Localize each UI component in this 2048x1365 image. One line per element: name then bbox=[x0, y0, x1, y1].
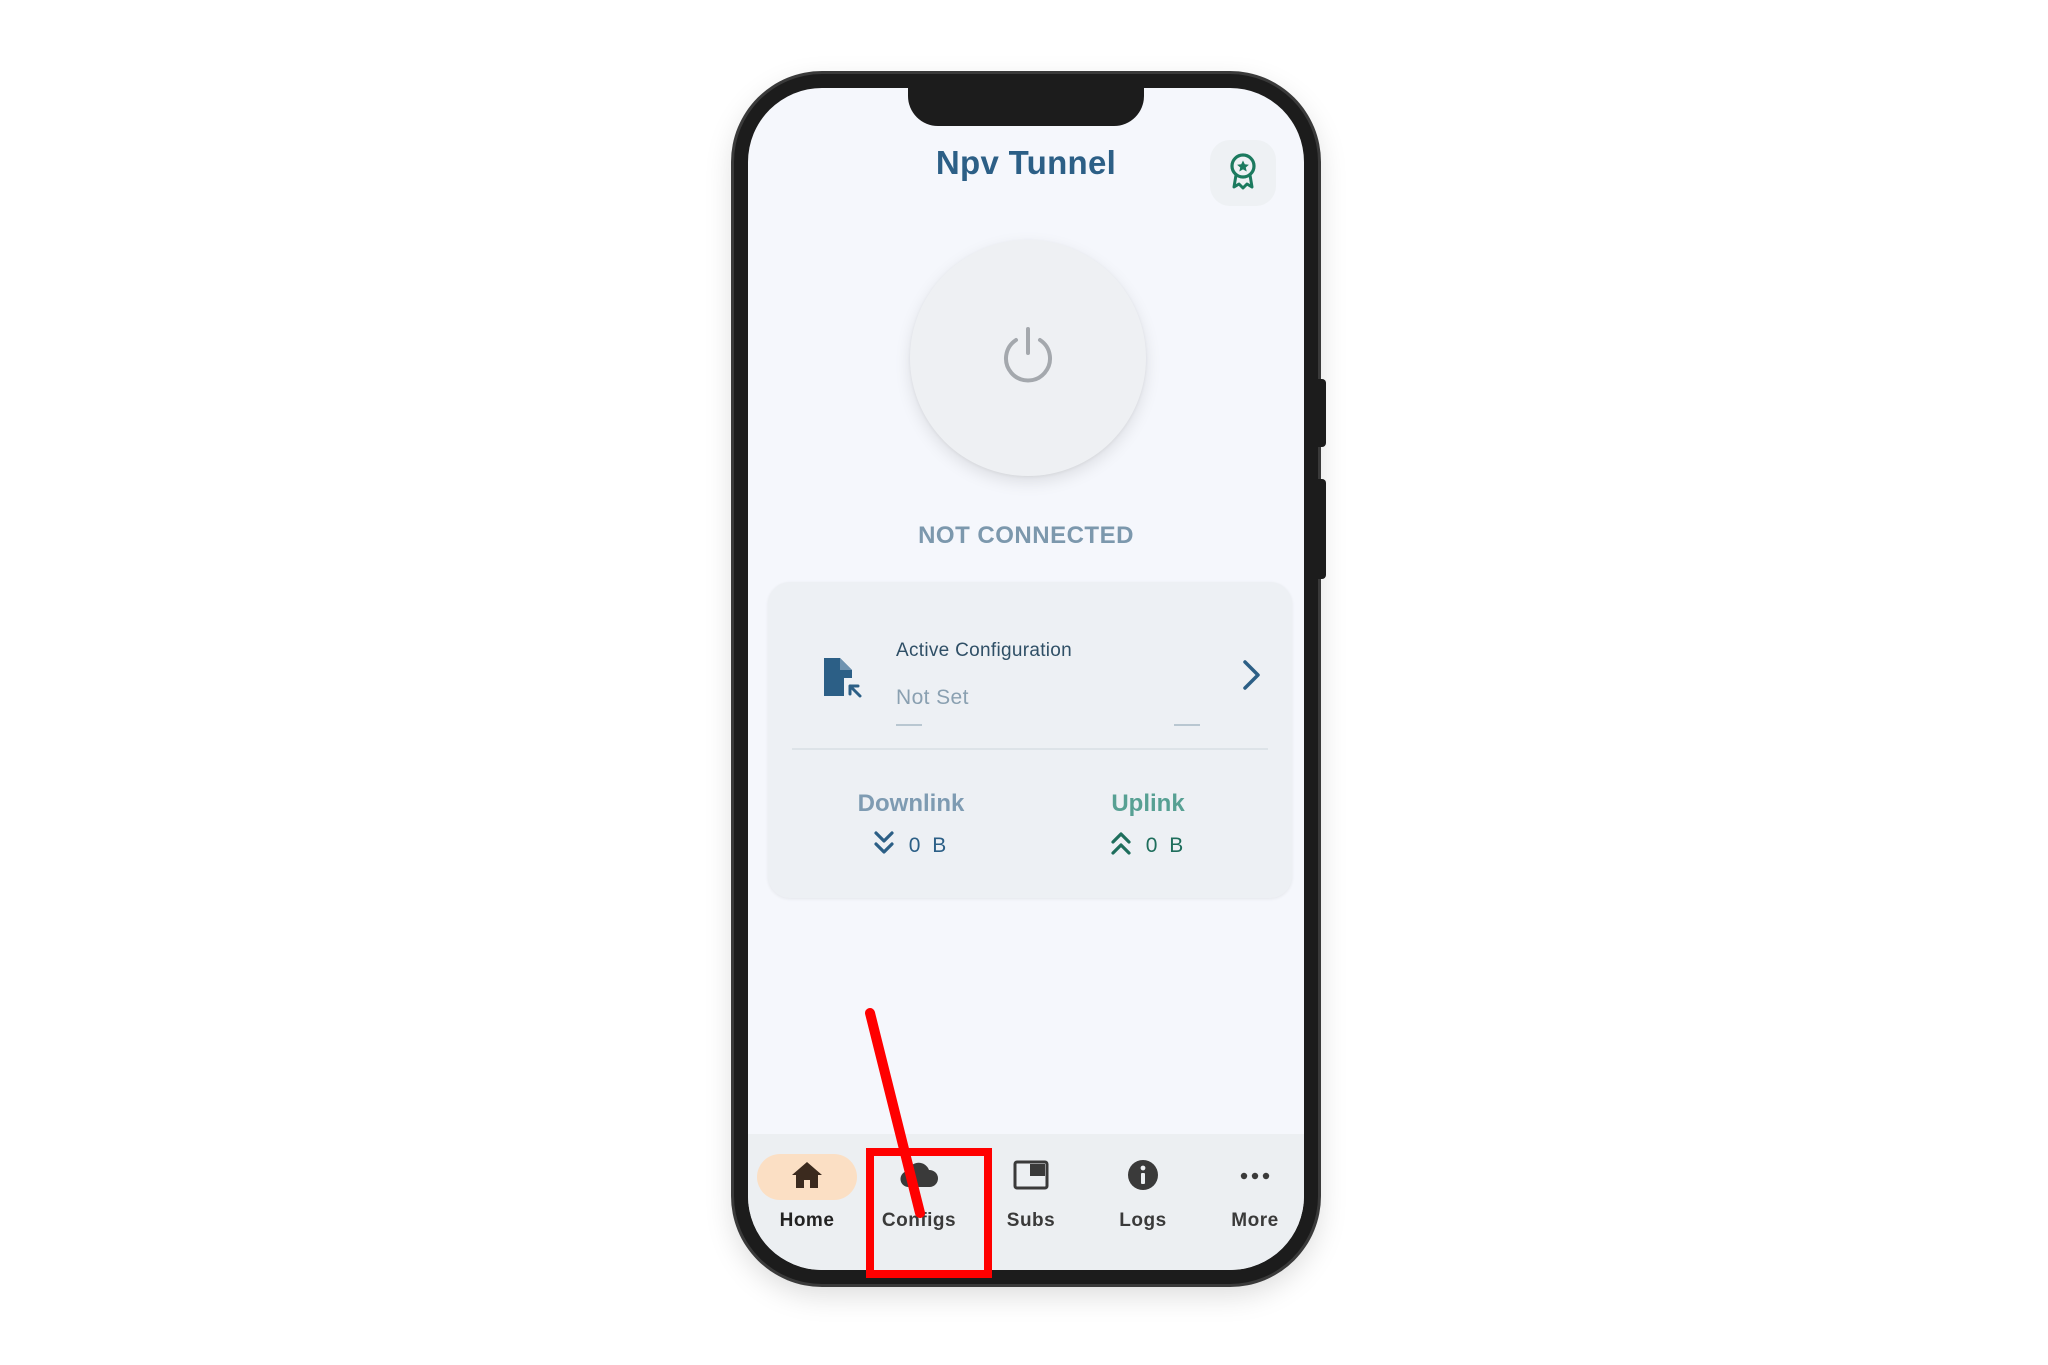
volume-button bbox=[1318, 379, 1326, 447]
nav-logs[interactable]: Logs bbox=[1088, 1154, 1198, 1254]
downlink-label: Downlink bbox=[857, 790, 965, 817]
award-button[interactable] bbox=[1210, 140, 1276, 206]
double-chevron-up-icon bbox=[1110, 830, 1132, 861]
chevron-right-icon[interactable] bbox=[1240, 658, 1264, 697]
notch bbox=[908, 88, 1144, 126]
award-badge-icon bbox=[1228, 152, 1258, 195]
subscription-window-icon bbox=[1013, 1160, 1049, 1195]
nav-more-label: More bbox=[1231, 1210, 1279, 1231]
connection-status: NOT CONNECTED bbox=[918, 522, 1134, 549]
more-dots-icon bbox=[1239, 1168, 1271, 1186]
uplink-stat: Uplink 0 B bbox=[1058, 790, 1238, 861]
uplink-value: 0 B bbox=[1145, 833, 1187, 857]
double-chevron-down-icon bbox=[873, 830, 895, 861]
nav-logs-label: Logs bbox=[1119, 1210, 1167, 1231]
nav-home[interactable]: Home bbox=[752, 1154, 862, 1254]
cloud-icon bbox=[899, 1161, 939, 1194]
nav-more[interactable]: More bbox=[1200, 1154, 1304, 1254]
downlink-value: 0 B bbox=[908, 833, 950, 857]
home-icon bbox=[790, 1160, 824, 1195]
placeholder-dash bbox=[896, 724, 922, 726]
nav-configs[interactable]: Configs bbox=[864, 1154, 974, 1254]
nav-configs-label: Configs bbox=[881, 1210, 957, 1231]
config-card: Active Configuration Not Set Downlink 0 … bbox=[768, 582, 1292, 898]
power-button[interactable] bbox=[910, 240, 1146, 476]
placeholder-dash bbox=[1174, 724, 1200, 726]
info-icon bbox=[1127, 1159, 1159, 1196]
nav-subs-label: Subs bbox=[1006, 1210, 1056, 1231]
phone-frame: Npv Tunnel NOT CONNECTED Active Configur… bbox=[734, 74, 1326, 1284]
card-divider bbox=[792, 748, 1268, 750]
active-configuration-row[interactable]: Active Configuration Not Set bbox=[768, 582, 1292, 750]
nav-home-label: Home bbox=[779, 1210, 835, 1231]
config-value: Not Set bbox=[896, 686, 969, 709]
power-side-button bbox=[1318, 479, 1326, 579]
nav-subs[interactable]: Subs bbox=[976, 1154, 1086, 1254]
downlink-stat: Downlink 0 B bbox=[821, 790, 1001, 861]
config-label: Active Configuration bbox=[896, 640, 1073, 661]
app-screen: Npv Tunnel NOT CONNECTED Active Configur… bbox=[748, 88, 1304, 1270]
file-import-icon bbox=[820, 656, 864, 705]
uplink-label: Uplink bbox=[1111, 790, 1185, 817]
bottom-navigation: Home Configs Subs Logs More bbox=[748, 1134, 1304, 1270]
power-icon bbox=[995, 323, 1061, 394]
